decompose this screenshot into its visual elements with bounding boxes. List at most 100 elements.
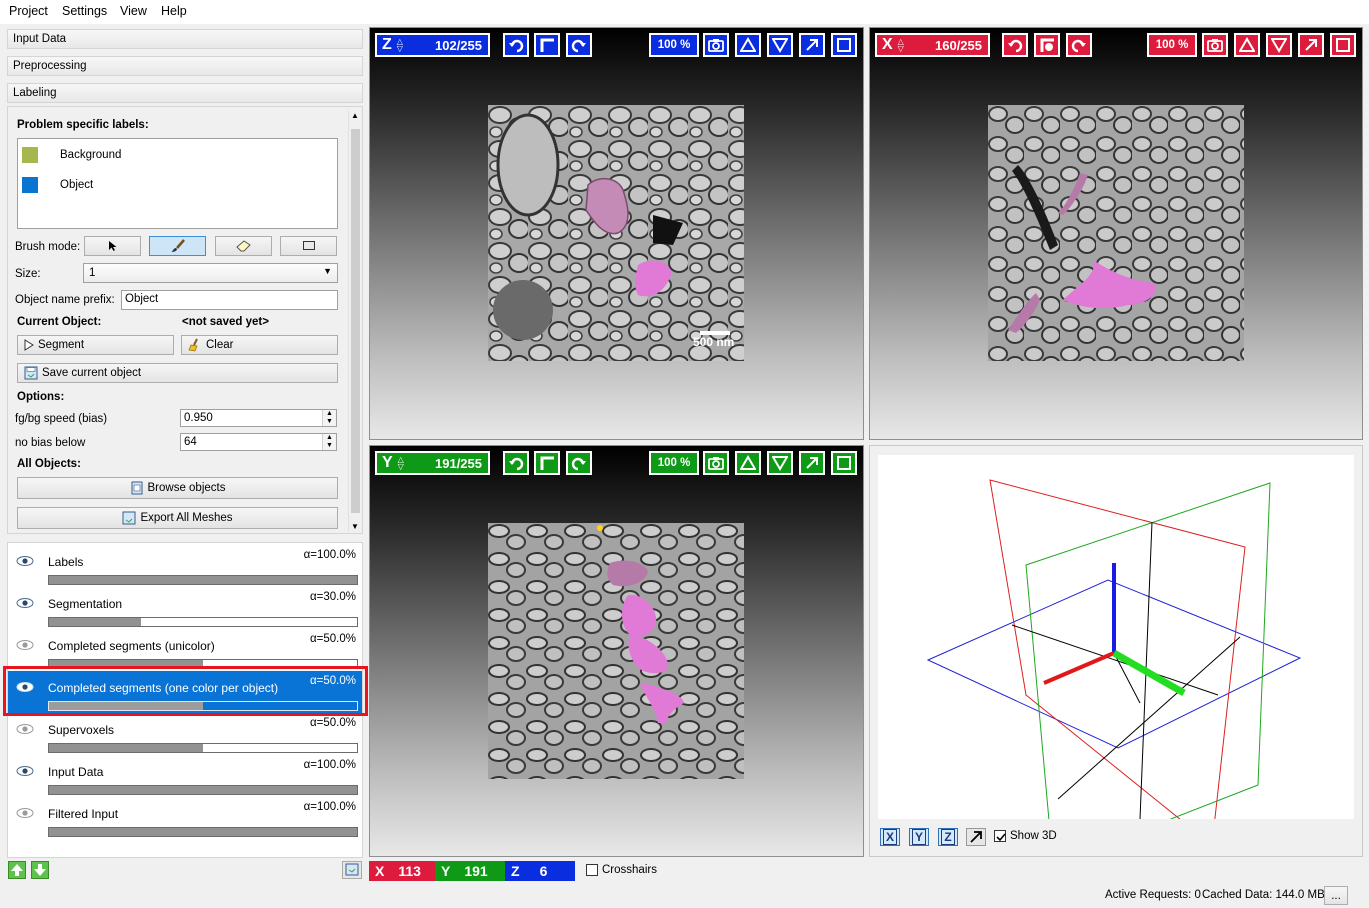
view-z-axis-button[interactable]: Z bbox=[938, 828, 958, 846]
slice-down-button[interactable] bbox=[767, 33, 793, 57]
redo-button[interactable] bbox=[566, 33, 592, 57]
spin-arrows-icon[interactable]: ▲ ▼ bbox=[322, 410, 336, 426]
em-image-z[interactable]: 500 nm bbox=[488, 105, 744, 361]
labeling-scrollbar[interactable]: ▲ ▼ bbox=[348, 111, 362, 531]
menu-help[interactable]: Help bbox=[161, 4, 187, 18]
export-meshes-button[interactable]: Export All Meshes bbox=[17, 507, 338, 529]
slice-up-button[interactable] bbox=[1234, 33, 1260, 57]
eye-icon[interactable] bbox=[16, 639, 34, 651]
layer-labels[interactable]: Labels α=100.0% bbox=[8, 545, 362, 587]
size-select[interactable]: 1 ▼ bbox=[83, 263, 338, 283]
label-color-swatch[interactable] bbox=[22, 147, 38, 163]
maximize-button[interactable] bbox=[799, 33, 825, 57]
prefix-input[interactable]: Object bbox=[121, 290, 338, 310]
save-object-button[interactable]: Save current object bbox=[17, 363, 338, 383]
applet-input-data[interactable]: Input Data bbox=[7, 29, 363, 49]
slice-number[interactable]: 102/255 bbox=[435, 38, 482, 53]
slice-up-button[interactable] bbox=[735, 451, 761, 475]
scroll-down-icon[interactable]: ▼ bbox=[351, 522, 359, 531]
applet-preprocessing[interactable]: Preprocessing bbox=[7, 56, 363, 76]
scroll-up-icon[interactable]: ▲ bbox=[351, 111, 359, 120]
label-item-background[interactable]: Background bbox=[18, 143, 337, 169]
record-button[interactable] bbox=[1034, 33, 1060, 57]
opacity-slider[interactable] bbox=[48, 575, 358, 585]
em-image-x[interactable] bbox=[988, 105, 1244, 361]
slice-down-button[interactable] bbox=[767, 451, 793, 475]
segment-button[interactable]: Segment bbox=[17, 335, 174, 355]
clear-button[interactable]: Clear bbox=[181, 335, 338, 355]
screenshot-button[interactable] bbox=[703, 451, 729, 475]
redo-button[interactable] bbox=[566, 451, 592, 475]
undo-button[interactable] bbox=[503, 33, 529, 57]
eye-icon[interactable] bbox=[16, 555, 34, 567]
undo-button[interactable] bbox=[1002, 33, 1028, 57]
more-button[interactable]: ... bbox=[1324, 886, 1348, 905]
screenshot-button[interactable] bbox=[703, 33, 729, 57]
view-x-axis-button[interactable]: X bbox=[880, 828, 900, 846]
layer-input-data[interactable]: Input Data α=100.0% bbox=[8, 755, 362, 797]
applet-labeling[interactable]: Labeling bbox=[7, 83, 363, 103]
fit-button[interactable] bbox=[831, 33, 857, 57]
layer-export-button[interactable] bbox=[342, 861, 362, 879]
crosshairs-toggle[interactable]: Crosshairs bbox=[586, 864, 657, 876]
spin-arrows-icon[interactable]: △ ▽ bbox=[397, 38, 403, 53]
zoom-level[interactable]: 100 % bbox=[1147, 33, 1197, 57]
viewer-3d[interactable] bbox=[878, 455, 1354, 866]
eye-icon[interactable] bbox=[16, 723, 34, 735]
scroll-thumb[interactable] bbox=[351, 129, 360, 513]
slice-up-button[interactable] bbox=[735, 33, 761, 57]
eraser-mode-button[interactable] bbox=[215, 236, 272, 256]
undo-button[interactable] bbox=[503, 451, 529, 475]
menu-project[interactable]: Project bbox=[9, 4, 48, 18]
x-slice-control[interactable]: X △ ▽ 160/255 bbox=[875, 33, 990, 57]
menu-settings[interactable]: Settings bbox=[62, 4, 107, 18]
brush-mode-button[interactable] bbox=[149, 236, 206, 256]
show-3d-toggle[interactable]: Show 3D bbox=[994, 830, 1057, 842]
eye-icon[interactable] bbox=[16, 597, 34, 609]
show-3d-checkbox[interactable] bbox=[994, 830, 1006, 842]
corner-button[interactable] bbox=[534, 451, 560, 475]
coord-y[interactable]: Y 191 bbox=[435, 861, 505, 881]
spin-arrows-icon[interactable]: △ ▽ bbox=[398, 456, 404, 471]
y-slice-control[interactable]: Y △ ▽ 191/255 bbox=[375, 451, 490, 475]
opacity-slider[interactable] bbox=[48, 827, 358, 837]
view-3d-maximize-button[interactable] bbox=[966, 828, 986, 846]
slice-number[interactable]: 160/255 bbox=[935, 38, 982, 53]
bias-spinbox[interactable]: 0.950 ▲ ▼ bbox=[180, 409, 337, 427]
spin-arrows-icon[interactable]: ▲ ▼ bbox=[322, 434, 336, 450]
crosshairs-checkbox[interactable] bbox=[586, 864, 598, 876]
viewer-z[interactable]: Z △ ▽ 102/255 100 % 500 nm bbox=[369, 27, 864, 440]
menu-view[interactable]: View bbox=[120, 4, 147, 18]
eye-icon[interactable] bbox=[16, 807, 34, 819]
maximize-button[interactable] bbox=[799, 451, 825, 475]
view-y-axis-button[interactable]: Y bbox=[909, 828, 929, 846]
em-image-y[interactable] bbox=[488, 523, 744, 779]
spin-arrows-icon[interactable]: △ ▽ bbox=[898, 38, 904, 53]
label-item-object[interactable]: Object bbox=[18, 173, 337, 199]
layer-filtered-input[interactable]: Filtered Input α=100.0% bbox=[8, 797, 362, 839]
opacity-slider[interactable] bbox=[48, 785, 358, 795]
layer-supervoxels[interactable]: Supervoxels α=50.0% bbox=[8, 713, 362, 755]
viewer-y[interactable]: Y △ ▽ 191/255 100 % bbox=[369, 445, 864, 857]
viewer-x[interactable]: X △ ▽ 160/255 100 % bbox=[869, 27, 1363, 440]
zoom-level[interactable]: 100 % bbox=[649, 33, 699, 57]
layer-completed-unicolor[interactable]: Completed segments (unicolor) α=50.0% bbox=[8, 629, 362, 671]
rectangle-mode-button[interactable] bbox=[280, 236, 337, 256]
layer-down-button[interactable] bbox=[31, 861, 49, 879]
fit-button[interactable] bbox=[831, 451, 857, 475]
slice-number[interactable]: 191/255 bbox=[435, 456, 482, 471]
layer-up-button[interactable] bbox=[8, 861, 26, 879]
corner-button[interactable] bbox=[534, 33, 560, 57]
coord-x[interactable]: X 113 bbox=[369, 861, 435, 881]
nobias-spinbox[interactable]: 64 ▲ ▼ bbox=[180, 433, 337, 451]
opacity-slider[interactable] bbox=[48, 617, 358, 627]
slice-down-button[interactable] bbox=[1266, 33, 1292, 57]
browse-objects-button[interactable]: Browse objects bbox=[17, 477, 338, 499]
pointer-mode-button[interactable] bbox=[84, 236, 141, 256]
maximize-button[interactable] bbox=[1298, 33, 1324, 57]
coord-z[interactable]: Z6 bbox=[505, 861, 575, 881]
redo-button[interactable] bbox=[1066, 33, 1092, 57]
z-slice-control[interactable]: Z △ ▽ 102/255 bbox=[375, 33, 490, 57]
label-color-swatch[interactable] bbox=[22, 177, 38, 193]
eye-icon[interactable] bbox=[16, 765, 34, 777]
